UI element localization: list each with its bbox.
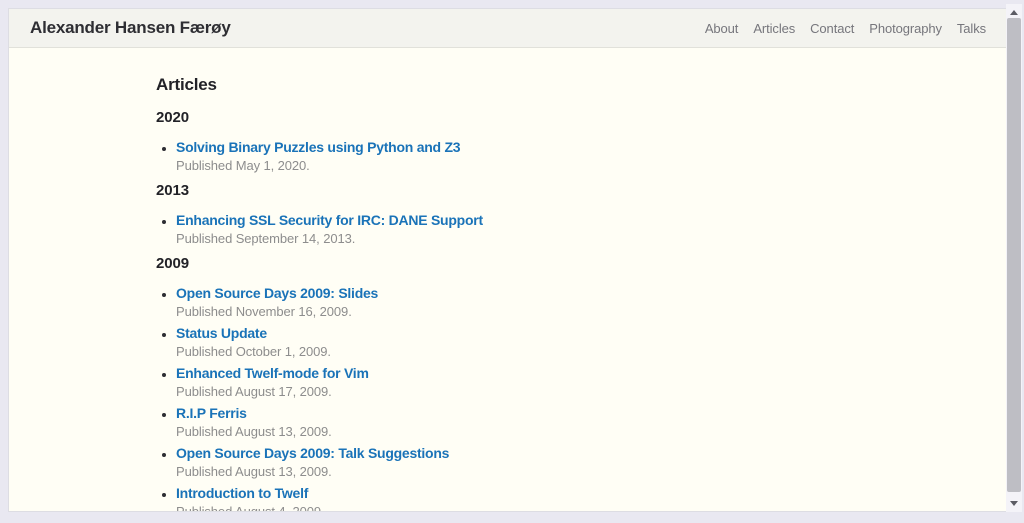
- list-item: Open Source Days 2009: Talk Suggestions …: [176, 444, 946, 480]
- article-link[interactable]: Status Update: [176, 324, 267, 343]
- article-list: Open Source Days 2009: Slides Published …: [156, 284, 946, 512]
- site-header: Alexander Hansen Færøy About Articles Co…: [9, 9, 1006, 48]
- year-section-2009: 2009 Open Source Days 2009: Slides Publi…: [156, 254, 946, 512]
- published-date: Published October 1, 2009.: [176, 343, 946, 360]
- chevron-down-icon[interactable]: [1010, 501, 1018, 506]
- list-item: Enhancing SSL Security for IRC: DANE Sup…: [176, 211, 946, 247]
- chevron-up-icon[interactable]: [1010, 10, 1018, 15]
- nav-item-photography[interactable]: Photography: [869, 21, 942, 36]
- scrollbar-thumb[interactable]: [1007, 18, 1021, 492]
- nav-item-contact[interactable]: Contact: [810, 21, 854, 36]
- article-link[interactable]: R.I.P Ferris: [176, 404, 247, 423]
- page-title: Articles: [156, 74, 946, 95]
- year-section-2020: 2020 Solving Binary Puzzles using Python…: [156, 108, 946, 174]
- list-item: Open Source Days 2009: Slides Published …: [176, 284, 946, 320]
- published-date: Published August 13, 2009.: [176, 423, 946, 440]
- published-date: Published August 4, 2009.: [176, 503, 946, 512]
- nav-item-talks[interactable]: Talks: [957, 21, 986, 36]
- published-date: Published September 14, 2013.: [176, 230, 946, 247]
- browser-viewport: Alexander Hansen Færøy About Articles Co…: [8, 8, 1006, 512]
- year-heading: 2013: [156, 181, 946, 200]
- articles-page: Articles 2020 Solving Binary Puzzles usi…: [9, 48, 1006, 512]
- article-link[interactable]: Introduction to Twelf: [176, 484, 308, 503]
- year-heading: 2020: [156, 108, 946, 127]
- published-date: Published August 13, 2009.: [176, 463, 946, 480]
- article-link[interactable]: Solving Binary Puzzles using Python and …: [176, 138, 460, 157]
- list-item: Enhanced Twelf-mode for Vim Published Au…: [176, 364, 946, 400]
- list-item: Introduction to Twelf Published August 4…: [176, 484, 946, 512]
- published-date: Published November 16, 2009.: [176, 303, 946, 320]
- year-heading: 2009: [156, 254, 946, 273]
- list-item: R.I.P Ferris Published August 13, 2009.: [176, 404, 946, 440]
- article-link[interactable]: Enhancing SSL Security for IRC: DANE Sup…: [176, 211, 483, 230]
- article-link[interactable]: Enhanced Twelf-mode for Vim: [176, 364, 369, 383]
- list-item: Solving Binary Puzzles using Python and …: [176, 138, 946, 174]
- main-nav: About Articles Contact Photography Talks: [705, 21, 986, 36]
- site-title-link[interactable]: Alexander Hansen Færøy: [30, 18, 231, 38]
- nav-item-about[interactable]: About: [705, 21, 738, 36]
- list-item: Status Update Published October 1, 2009.: [176, 324, 946, 360]
- year-section-2013: 2013 Enhancing SSL Security for IRC: DAN…: [156, 181, 946, 247]
- vertical-scrollbar[interactable]: [1006, 4, 1022, 512]
- article-link[interactable]: Open Source Days 2009: Talk Suggestions: [176, 444, 449, 463]
- article-link[interactable]: Open Source Days 2009: Slides: [176, 284, 378, 303]
- published-date: Published May 1, 2020.: [176, 157, 946, 174]
- article-list: Enhancing SSL Security for IRC: DANE Sup…: [156, 211, 946, 247]
- article-list: Solving Binary Puzzles using Python and …: [156, 138, 946, 174]
- nav-item-articles[interactable]: Articles: [753, 21, 795, 36]
- published-date: Published August 17, 2009.: [176, 383, 946, 400]
